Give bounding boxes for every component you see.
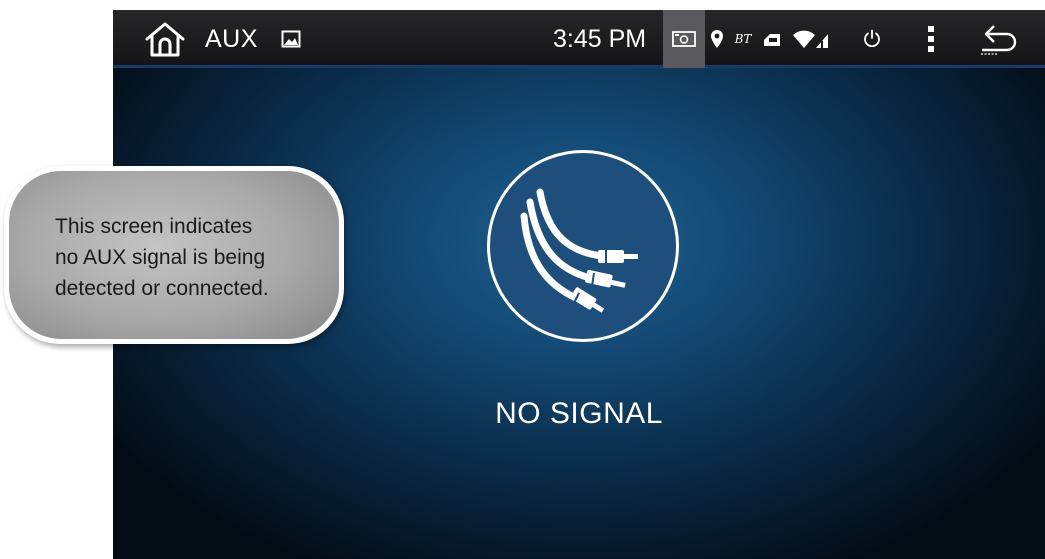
wifi-icon [792,10,830,68]
back-icon [981,25,1017,55]
gallery-button[interactable] [278,10,304,68]
aux-cable-badge [487,150,679,342]
status-bar: AUX 3:45 PM BT [113,10,1045,68]
aux-cable-icon [520,188,638,313]
home-button[interactable] [139,10,191,68]
home-icon [145,22,185,57]
overflow-menu-button[interactable] [919,10,943,68]
callout-bubble: This screen indicates no AUX signal is b… [9,171,339,339]
power-button[interactable] [861,10,883,68]
no-signal-label: NO SIGNAL [495,397,663,430]
callout-line: This screen indicates [55,215,253,238]
callout-line: no AUX signal is being [55,246,266,269]
overflow-menu-icon [928,26,934,52]
image-icon [281,30,301,48]
bluetooth-icon: BT [734,32,752,46]
callout-text: This screen indicates no AUX signal is b… [55,211,269,304]
clock: 3:45 PM [553,24,647,53]
location-pin-icon [709,10,725,68]
callout-line: detected or connected. [55,277,269,300]
annotation-callout: This screen indicates no AUX signal is b… [4,166,344,344]
screenshot-icon [672,31,696,47]
source-label: AUX [205,24,258,53]
screenshot-button[interactable] [663,10,705,68]
usb-icon [761,10,783,68]
power-icon [864,29,880,48]
back-button[interactable] [975,10,1023,68]
